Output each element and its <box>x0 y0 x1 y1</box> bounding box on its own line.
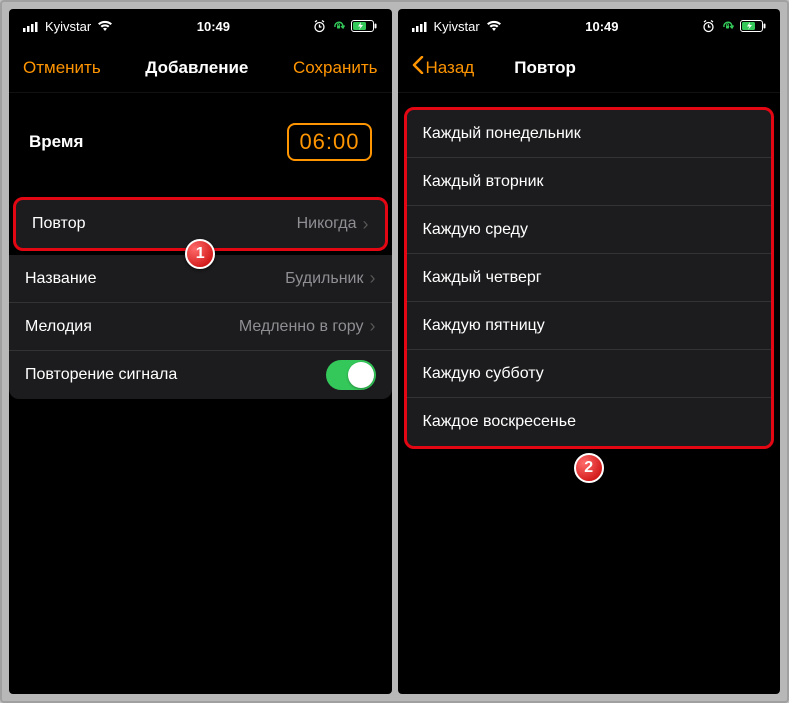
row-name-value: Будильник <box>285 270 363 288</box>
save-button[interactable]: Сохранить <box>293 58 377 78</box>
tutorial-frame: Kyivstar 10:49 Отменить Добавление <box>0 0 789 703</box>
chevron-right-icon: › <box>370 316 376 337</box>
callout-badge-1: 1 <box>185 239 215 269</box>
battery-charging-icon <box>740 20 766 32</box>
row-name[interactable]: Название Будильник › 1 <box>9 255 392 303</box>
status-bar: Kyivstar 10:49 <box>398 9 781 43</box>
day-option[interactable]: Каждый понедельник <box>407 110 772 158</box>
day-option[interactable]: Каждую субботу <box>407 350 772 398</box>
nav-title: Повтор <box>474 58 766 78</box>
callout-badge-2: 2 <box>574 453 604 483</box>
nav-title: Добавление <box>145 58 248 78</box>
settings-lower-group: Название Будильник › 1 Мелодия Медленно … <box>9 255 392 399</box>
status-time: 10:49 <box>197 19 230 34</box>
nav-bar: Назад Повтор <box>398 43 781 93</box>
day-option[interactable]: Каждое воскресенье <box>407 398 772 446</box>
orientation-lock-icon <box>721 20 734 33</box>
day-label: Каждое воскресенье <box>423 413 756 431</box>
nav-bar: Отменить Добавление Сохранить <box>9 43 392 93</box>
day-label: Каждый четверг <box>423 269 756 287</box>
snooze-toggle[interactable] <box>326 360 376 390</box>
orientation-lock-icon <box>332 20 345 33</box>
time-label: Время <box>29 132 83 152</box>
alarm-icon <box>702 20 715 33</box>
carrier-label: Kyivstar <box>45 19 91 34</box>
status-time: 10:49 <box>585 19 618 34</box>
row-sound-label: Мелодия <box>25 318 239 336</box>
row-name-label: Название <box>25 270 285 288</box>
status-bar: Kyivstar 10:49 <box>9 9 392 43</box>
wifi-icon <box>486 20 502 32</box>
battery-charging-icon <box>351 20 377 32</box>
content-right: Каждый понедельник Каждый вторник Каждую… <box>398 93 781 694</box>
phone-left: Kyivstar 10:49 Отменить Добавление <box>9 9 392 694</box>
chevron-right-icon: › <box>363 214 369 235</box>
back-label: Назад <box>426 58 475 78</box>
day-option[interactable]: Каждую среду <box>407 206 772 254</box>
row-repeat-value: Никогда <box>297 215 357 233</box>
row-repeat-label: Повтор <box>32 215 297 233</box>
time-picker[interactable]: 06:00 <box>287 123 371 161</box>
phone-right: Kyivstar 10:49 <box>398 9 781 694</box>
day-option[interactable]: Каждый четверг <box>407 254 772 302</box>
row-snooze-label: Повторение сигнала <box>25 366 326 384</box>
time-row: Время 06:00 <box>9 93 392 191</box>
day-label: Каждый понедельник <box>423 125 756 143</box>
content-left: Время 06:00 Повтор Никогда › Название Бу… <box>9 93 392 694</box>
carrier-label: Kyivstar <box>434 19 480 34</box>
highlight-days: Каждый понедельник Каждый вторник Каждую… <box>404 107 775 449</box>
signal-icon <box>412 21 428 32</box>
cancel-button[interactable]: Отменить <box>23 58 101 78</box>
day-label: Каждую пятницу <box>423 317 756 335</box>
day-label: Каждый вторник <box>423 173 756 191</box>
row-sound[interactable]: Мелодия Медленно в гору › <box>9 303 392 351</box>
day-option[interactable]: Каждый вторник <box>407 158 772 206</box>
row-sound-value: Медленно в гору <box>239 318 364 336</box>
back-button[interactable]: Назад <box>412 56 475 79</box>
signal-icon <box>23 21 39 32</box>
wifi-icon <box>97 20 113 32</box>
day-option[interactable]: Каждую пятницу <box>407 302 772 350</box>
chevron-left-icon <box>412 56 424 79</box>
day-label: Каждую субботу <box>423 365 756 383</box>
row-snooze: Повторение сигнала <box>9 351 392 399</box>
chevron-right-icon: › <box>370 268 376 289</box>
day-label: Каждую среду <box>423 221 756 239</box>
alarm-icon <box>313 20 326 33</box>
